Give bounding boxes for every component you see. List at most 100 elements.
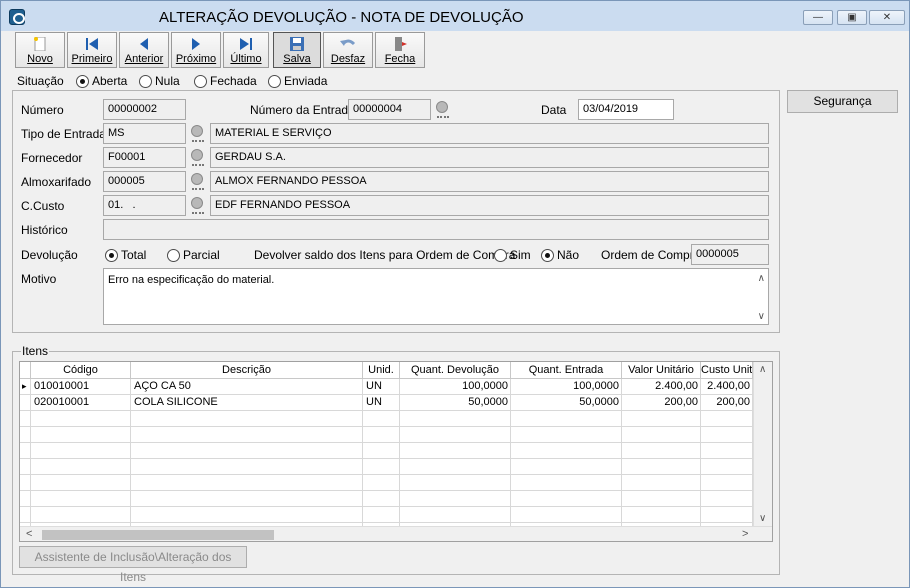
cell-codigo[interactable]: 010010001	[31, 379, 131, 395]
scroll-down-icon[interactable]: ∨	[758, 311, 765, 322]
cell-valor-unitario[interactable]: 200,00	[622, 395, 701, 411]
fecha-label: Fecha	[384, 53, 416, 65]
fecha-button[interactable]: Fecha	[375, 32, 425, 68]
scroll-down-icon[interactable]: ∨	[759, 513, 766, 524]
close-button[interactable]: ✕	[869, 10, 905, 25]
anterior-button[interactable]: Anterior	[119, 32, 169, 68]
assistente-button[interactable]: Assistente de Inclusão\Alteração dos Ite…	[19, 546, 247, 584]
cell-quant-devolucao[interactable]: 50,0000	[400, 395, 511, 411]
numero-entrada-lookup-icon[interactable]	[433, 99, 453, 119]
anterior-label: Anterior	[124, 53, 164, 65]
historico-field[interactable]	[103, 219, 769, 240]
proximo-button[interactable]: Próximo	[171, 32, 221, 68]
devolucao-label: Devolução	[21, 248, 78, 262]
numero-entrada-field[interactable]: 00000004	[348, 99, 431, 120]
ccusto-lookup-icon[interactable]	[188, 195, 208, 215]
client-area: Novo Primeiro Anterior Próximo Último Sa…	[1, 31, 909, 587]
numero-entrada-label: Número da Entrada	[250, 103, 355, 117]
cell-unid[interactable]: UN	[363, 395, 400, 411]
devolver-nao-label: Não	[557, 248, 580, 262]
tipo-entrada-label: Tipo de Entrada	[21, 127, 106, 141]
first-record-icon	[84, 37, 100, 51]
tipo-entrada-code-field[interactable]: MS	[103, 123, 186, 144]
situacao-label: Situação	[17, 74, 64, 88]
col-quant-devolucao[interactable]: Quant. Devolução	[400, 362, 511, 379]
scroll-right-icon[interactable]: >	[742, 528, 748, 540]
salva-button[interactable]: Salva	[273, 32, 321, 68]
col-custo-unitario[interactable]: Custo Unitá	[701, 362, 753, 379]
numero-label: Número	[21, 103, 64, 117]
window-title: ALTERAÇÃO DEVOLUÇÃO - NOTA DE DEVOLUÇÃO	[159, 9, 524, 26]
col-descricao[interactable]: Descrição	[131, 362, 363, 379]
devolucao-total-label: Total	[121, 248, 147, 262]
primeiro-label: Primeiro	[71, 53, 113, 65]
desfaz-button[interactable]: Desfaz	[323, 32, 373, 68]
historico-label: Histórico	[21, 223, 68, 237]
fornecedor-label: Fornecedor	[21, 151, 83, 165]
tipo-entrada-lookup-icon[interactable]	[188, 123, 208, 143]
cell-custo-unitario[interactable]: 200,00	[701, 395, 753, 411]
salva-label: Salva	[283, 53, 311, 65]
novo-label: Novo	[27, 53, 53, 65]
devolucao-total-radio[interactable]	[105, 249, 118, 262]
fornecedor-code-field[interactable]: F00001	[103, 147, 186, 168]
cell-valor-unitario[interactable]: 2.400,00	[622, 379, 701, 395]
devolucao-parcial-radio[interactable]	[167, 249, 180, 262]
vertical-scrollbar[interactable]: ∧ ∨	[753, 362, 772, 526]
almoxarifado-code-field[interactable]: 000005	[103, 171, 186, 192]
proximo-label: Próximo	[175, 53, 217, 65]
scroll-up-icon[interactable]: ∧	[758, 273, 765, 284]
new-document-icon	[32, 36, 48, 52]
exit-door-icon	[392, 37, 408, 51]
data-label: Data	[541, 103, 567, 117]
scroll-left-icon[interactable]: <	[26, 528, 32, 540]
novo-button[interactable]: Novo	[15, 32, 65, 68]
col-quant-entrada[interactable]: Quant. Entrada	[511, 362, 622, 379]
devolver-saldo-label: Devolver saldo dos Itens para Ordem de C…	[254, 248, 516, 262]
last-record-icon	[238, 37, 254, 51]
situacao-nula-radio[interactable]	[139, 75, 152, 88]
ultimo-button[interactable]: Último	[223, 32, 269, 68]
situacao-enviada-label: Enviada	[284, 74, 328, 88]
ccusto-label: C.Custo	[21, 199, 65, 213]
current-row-indicator-icon: ▸	[22, 381, 27, 391]
almoxarifado-lookup-icon[interactable]	[188, 171, 208, 191]
cell-codigo[interactable]: 020010001	[31, 395, 131, 411]
numero-field[interactable]: 00000002	[103, 99, 186, 120]
cell-quant-entrada[interactable]: 100,0000	[511, 379, 622, 395]
horizontal-scroll-thumb[interactable]	[42, 530, 274, 540]
cell-descricao[interactable]: AÇO CA 50	[131, 379, 363, 395]
cell-quant-entrada[interactable]: 50,0000	[511, 395, 622, 411]
motivo-label: Motivo	[21, 272, 57, 286]
cell-unid[interactable]: UN	[363, 379, 400, 395]
maximize-button[interactable]: ▣	[837, 10, 867, 25]
ccusto-code-field[interactable]: 01. .	[103, 195, 186, 216]
ordem-compra-field[interactable]: 0000005	[691, 244, 769, 265]
ultimo-label: Último	[230, 53, 262, 65]
situacao-aberta-radio[interactable]	[76, 75, 89, 88]
cell-descricao[interactable]: COLA SILICONE	[131, 395, 363, 411]
tipo-entrada-desc-field: MATERIAL E SERVIÇO	[210, 123, 769, 144]
seguranca-button[interactable]: Segurança	[787, 90, 898, 113]
fornecedor-lookup-icon[interactable]	[188, 147, 208, 167]
ordem-compra-label: Ordem de Compra	[601, 248, 701, 262]
primeiro-button[interactable]: Primeiro	[67, 32, 117, 68]
data-field[interactable]: 03/04/2019	[578, 99, 674, 120]
app-icon	[9, 9, 25, 25]
scroll-up-icon[interactable]: ∧	[759, 364, 766, 375]
col-valor-unitario[interactable]: Valor Unitário	[622, 362, 701, 379]
cell-quant-devolucao[interactable]: 100,0000	[400, 379, 511, 395]
cell-custo-unitario[interactable]: 2.400,00	[701, 379, 753, 395]
situacao-enviada-radio[interactable]	[268, 75, 281, 88]
minimize-button[interactable]: —	[803, 10, 833, 25]
situacao-fechada-radio[interactable]	[194, 75, 207, 88]
devolver-nao-radio[interactable]	[541, 249, 554, 262]
situacao-fechada-label: Fechada	[210, 74, 257, 88]
motivo-text: Erro na especificação do material.	[108, 274, 275, 286]
col-unid[interactable]: Unid.	[363, 362, 400, 379]
itens-grid[interactable]: Código Descrição Unid. Quant. Devolução …	[19, 361, 773, 542]
devolver-sim-radio[interactable]	[494, 249, 507, 262]
motivo-textarea[interactable]: Erro na especificação do material. ∧ ∨	[103, 268, 769, 325]
col-codigo[interactable]: Código	[31, 362, 131, 379]
horizontal-scrollbar[interactable]: < >	[20, 526, 772, 541]
